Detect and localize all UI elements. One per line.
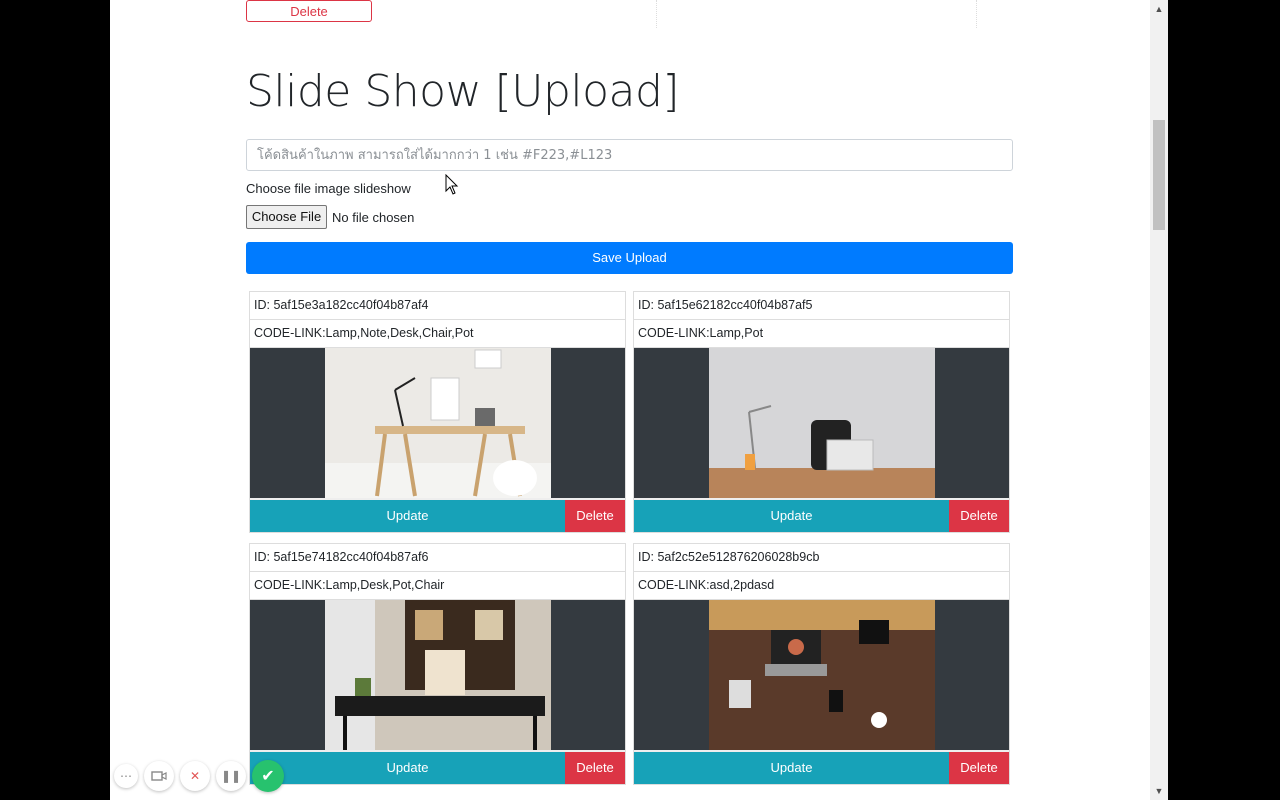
top-delete-button[interactable]: Delete bbox=[246, 0, 372, 22]
delete-button[interactable]: Delete bbox=[949, 500, 1009, 532]
slide-card: ID: 5af2c52e512876206028b9cb CODE-LINK:a… bbox=[633, 543, 1010, 785]
divider bbox=[976, 0, 977, 28]
browser-viewport: Delete Slide Show [Upload] Choose file i… bbox=[110, 0, 1150, 800]
slide-photo-desk bbox=[325, 348, 551, 498]
mouse-cursor-icon bbox=[445, 174, 459, 195]
check-icon[interactable]: ✔ bbox=[252, 760, 284, 792]
slide-code-link: CODE-LINK:Lamp,Desk,Pot,Chair bbox=[250, 572, 625, 600]
slide-photo-office bbox=[709, 348, 935, 498]
divider bbox=[656, 0, 657, 28]
file-label: Choose file image slideshow bbox=[246, 181, 411, 196]
slide-image bbox=[634, 348, 1009, 498]
slide-code-link: CODE-LINK:asd,2pdasd bbox=[634, 572, 1009, 600]
close-icon[interactable]: ✕ bbox=[180, 761, 210, 791]
delete-button[interactable]: Delete bbox=[565, 752, 625, 784]
file-status: No file chosen bbox=[332, 210, 415, 225]
slide-code-link: CODE-LINK:Lamp,Note,Desk,Chair,Pot bbox=[250, 320, 625, 348]
slide-id: ID: 5af2c52e512876206028b9cb bbox=[634, 544, 1009, 572]
slide-code-link: CODE-LINK:Lamp,Pot bbox=[634, 320, 1009, 348]
slide-photo-study bbox=[325, 600, 551, 750]
more-icon[interactable]: ⋯ bbox=[114, 764, 138, 788]
slide-card: ID: 5af15e74182cc40f04b87af6 CODE-LINK:L… bbox=[249, 543, 626, 785]
choose-file-button[interactable]: Choose File bbox=[246, 205, 327, 229]
save-upload-button[interactable]: Save Upload bbox=[246, 242, 1013, 274]
scrollbar-thumb[interactable] bbox=[1153, 120, 1165, 230]
slide-photo-workspace bbox=[709, 600, 935, 750]
code-link-input[interactable] bbox=[246, 139, 1013, 171]
page-title: Slide Show [Upload] bbox=[246, 66, 680, 117]
slide-card: ID: 5af15e62182cc40f04b87af5 CODE-LINK:L… bbox=[633, 291, 1010, 533]
update-button[interactable]: Update bbox=[634, 752, 949, 784]
scroll-up-icon[interactable]: ▲ bbox=[1150, 0, 1168, 18]
slide-id: ID: 5af15e62182cc40f04b87af5 bbox=[634, 292, 1009, 320]
update-button[interactable]: Update bbox=[634, 500, 949, 532]
camera-icon[interactable] bbox=[144, 761, 174, 791]
delete-button[interactable]: Delete bbox=[949, 752, 1009, 784]
slide-image bbox=[634, 600, 1009, 750]
slide-image bbox=[250, 348, 625, 498]
vertical-scrollbar[interactable]: ▲ ▼ bbox=[1150, 0, 1168, 800]
pause-icon[interactable]: ❚❚ bbox=[216, 761, 246, 791]
update-button[interactable]: Update bbox=[250, 500, 565, 532]
slide-card: ID: 5af15e3a182cc40f04b87af4 CODE-LINK:L… bbox=[249, 291, 626, 533]
slide-id: ID: 5af15e3a182cc40f04b87af4 bbox=[250, 292, 625, 320]
slide-image bbox=[250, 600, 625, 750]
recording-toolbar: ⋯ ✕ ❚❚ ✔ bbox=[114, 760, 284, 792]
delete-button[interactable]: Delete bbox=[565, 500, 625, 532]
scroll-down-icon[interactable]: ▼ bbox=[1150, 782, 1168, 800]
slide-id: ID: 5af15e74182cc40f04b87af6 bbox=[250, 544, 625, 572]
update-button[interactable]: Update bbox=[250, 752, 565, 784]
